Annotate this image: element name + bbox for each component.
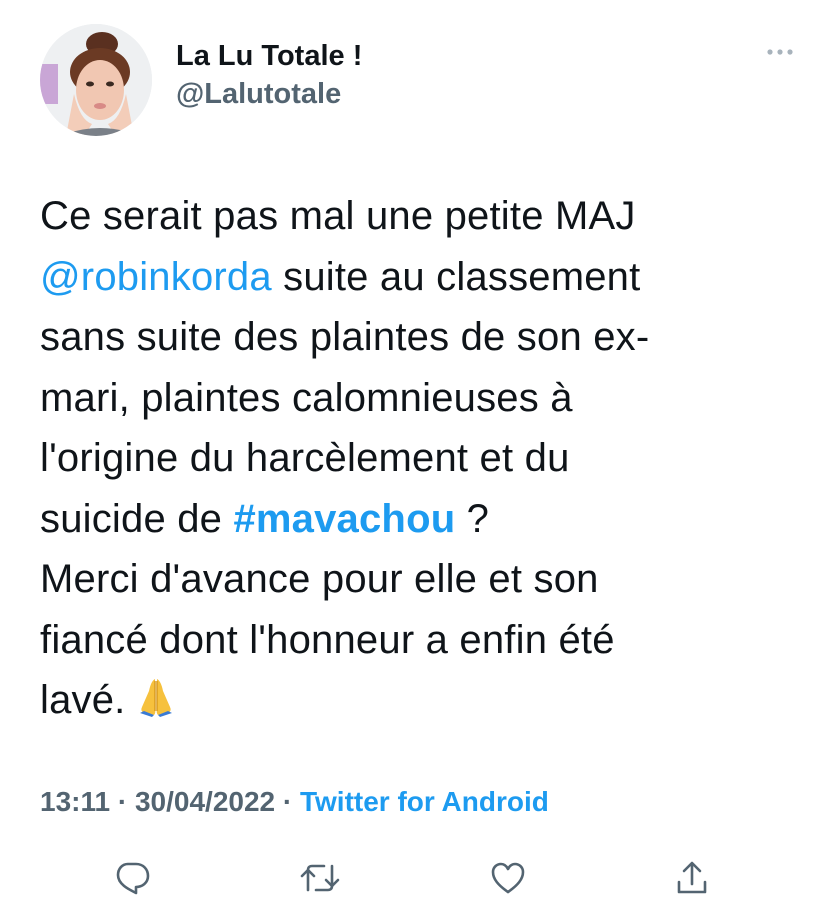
share-button[interactable]	[664, 850, 720, 906]
tweet-source-link[interactable]: Twitter for Android	[300, 786, 549, 817]
tweet-text: Ce serait pas mal une petite MAJ @robink…	[40, 186, 780, 731]
display-name[interactable]: La Lu Totale !	[176, 38, 362, 74]
tweet-line: Merci d'avance pour elle et son	[40, 557, 599, 601]
tweet-line: mari, plaintes calomnieuses à	[40, 375, 573, 420]
tweet-meta: 13:11 · 30/04/2022 · Twitter for Android	[40, 784, 549, 820]
reply-icon	[116, 862, 150, 895]
like-button[interactable]	[480, 850, 536, 906]
retweet-icon	[300, 864, 340, 892]
tweet-line-text: suite au classement	[271, 254, 641, 299]
tweet-card: La Lu Totale ! @Lalutotale Ce serait pas…	[0, 0, 828, 924]
author-names: La Lu Totale ! @Lalutotale	[176, 38, 362, 112]
tweet-time[interactable]: 13:11	[40, 786, 110, 817]
tweet-header: La Lu Totale ! @Lalutotale	[40, 24, 800, 136]
tweet-line-text: suicide de	[40, 496, 234, 541]
tweet-line: l'origine du harcèlement et du	[40, 436, 570, 480]
tweet-line: sans suite des plaintes de son ex-	[40, 315, 650, 359]
share-icon	[677, 861, 707, 894]
tweet-line: fiancé dont l'honneur a enfin été	[40, 617, 615, 662]
praying-hands-emoji-icon	[134, 675, 178, 719]
separator: ·	[110, 786, 135, 817]
tweet-line-text: ?	[455, 496, 490, 541]
reply-button[interactable]	[104, 850, 160, 906]
separator: ·	[275, 786, 300, 817]
tweet-line: Ce serait pas mal une petite MAJ	[40, 194, 636, 238]
retweet-button[interactable]	[292, 850, 348, 906]
more-horizontal-icon[interactable]	[760, 40, 800, 64]
tweet-line: lavé.	[40, 670, 780, 731]
mention-link[interactable]: @robinkorda	[40, 255, 272, 299]
heart-icon	[491, 862, 525, 894]
avatar-image	[40, 24, 152, 136]
action-bar	[0, 850, 828, 906]
tweet-line-text: lavé.	[40, 678, 126, 722]
avatar[interactable]	[40, 24, 152, 136]
tweet-line: suicide de #mavachou ?	[40, 489, 780, 550]
user-handle[interactable]: @Lalutotale	[176, 76, 362, 112]
tweet-date[interactable]: 30/04/2022	[135, 786, 275, 817]
tweet-line: @robinkorda suite au classement	[40, 247, 780, 308]
hashtag-link[interactable]: #mavachou	[233, 497, 455, 541]
